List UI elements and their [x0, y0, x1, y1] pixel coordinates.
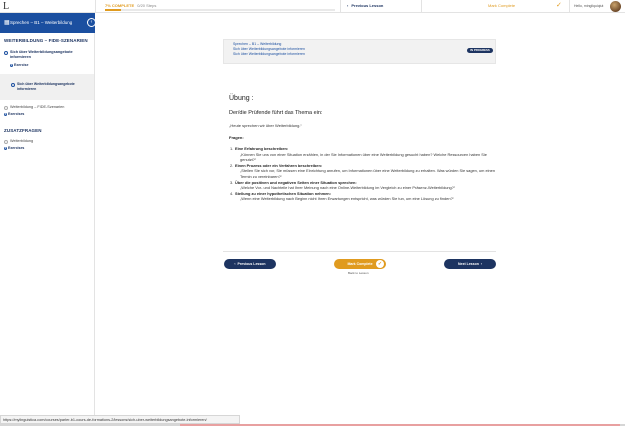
sidebar-lesson-label: Weiterbildung: [10, 139, 34, 143]
list-item: 1. Eine Erfahrung beschreiben: „Können S…: [230, 146, 495, 163]
progress-steps: 0/20 Steps: [137, 3, 157, 8]
question-text: „Wenn eine Weiterbildung nach Beginn nic…: [240, 196, 454, 202]
divider: [95, 0, 96, 13]
status-circle-icon: [11, 83, 15, 87]
sidebar-sub-lesson-label: Sich über Weiterbildungsangebote informi…: [17, 82, 75, 91]
exercise-count: 4: [4, 146, 7, 150]
back-to-lesson-link[interactable]: Back to Lesson: [348, 271, 369, 275]
exercise-count: 4: [4, 112, 7, 116]
top-previous-lesson-button[interactable]: ‹ Previous Lesson: [347, 3, 383, 8]
intro-quote: „Heute sprechen wir über Weiterbildung.“: [229, 123, 302, 128]
status-circle-icon: [4, 51, 8, 55]
breadcrumb-link[interactable]: Sich über Weiterbildungsangebote informi…: [233, 52, 305, 56]
status-circle-icon: [4, 140, 8, 144]
question-text: „Können Sie uns von einer Situation erzä…: [240, 151, 487, 163]
grid-icon: ▦: [4, 20, 10, 26]
list-item: 2. Einen Prozess oder ein Verfahren besc…: [230, 163, 495, 180]
site-logo[interactable]: L: [3, 1, 15, 12]
progress-bar-fill: [105, 9, 122, 11]
mark-complete-button[interactable]: Mark Complete ✓: [334, 259, 386, 269]
breadcrumb-link[interactable]: Sich über Weiterbildungsangebote informi…: [233, 47, 305, 51]
list-item: 3. Über die positiven und negativen Seit…: [230, 180, 495, 191]
question-number: 1.: [230, 146, 234, 151]
question-number: 4.: [230, 190, 234, 196]
user-greeting[interactable]: Hello, mingliquiqiut: [574, 4, 603, 8]
sidebar-sub-lesson-active[interactable]: Sich über Weiterbildungsangebote informi…: [0, 74, 94, 100]
check-icon: ✓: [376, 260, 384, 268]
avatar[interactable]: [610, 1, 621, 12]
breadcrumb-link[interactable]: Sprechen – B1 – Weiterbildung: [233, 42, 281, 46]
exercise-count: 1: [10, 63, 13, 67]
divider: [569, 0, 570, 13]
exercise-badge: 4 Exercises: [4, 146, 25, 150]
question-list: 1. Eine Erfahrung beschreiben: „Können S…: [230, 146, 495, 202]
status-badge: IN PROGRESS: [467, 48, 493, 53]
collapse-sidebar-button[interactable]: ‹: [87, 18, 96, 27]
chevron-left-icon: ‹: [234, 262, 236, 266]
divider: [421, 0, 422, 13]
breadcrumb: Sprechen – B1 – Weiterbildung Sich über …: [223, 39, 496, 64]
course-header[interactable]: ▦ Sprechen – B1 – Weiterbildung: [0, 13, 95, 33]
question-number: 3.: [230, 179, 234, 185]
section-title: WEITERBILDUNG – FIDE-SZENARIEN: [4, 38, 88, 43]
question-number: 2.: [230, 162, 234, 168]
browser-status-bar: https://mylinguistica.com/courses/parler…: [0, 415, 240, 424]
top-mark-complete-button[interactable]: Mark Complete: [488, 3, 515, 8]
status-circle-icon: [4, 106, 8, 110]
section-title: ZUSATZFRAGEN: [4, 128, 42, 133]
chevron-right-icon: ›: [480, 262, 482, 266]
sidebar-lesson-label: Sich über Weiterbildungsangebote informi…: [10, 50, 73, 59]
page-title: Übung :: [229, 95, 254, 102]
questions-label: Fragen:: [229, 135, 244, 140]
exercise-badge: 1 Exercise: [10, 63, 29, 67]
chevron-left-icon: ‹: [90, 19, 93, 25]
chevron-left-icon: ‹: [347, 3, 349, 8]
next-lesson-button[interactable]: Next Lesson ›: [444, 259, 496, 269]
previous-lesson-button[interactable]: ‹ Previous Lesson: [224, 259, 276, 269]
exercise-badge: 4 Exercises: [4, 112, 25, 116]
check-icon[interactable]: ✓: [556, 1, 562, 9]
top-bar: L 7% COMPLETE 0/20 Steps ‹ Previous Lesso…: [0, 0, 625, 13]
question-text: „Stellen Sie sich vor, Sie müssen eine E…: [240, 168, 495, 179]
progress-bar: [105, 9, 335, 11]
course-title: Sprechen – B1 – Weiterbildung: [10, 20, 73, 25]
exercise-intro-heading: Der/die Prüfende führt das Thema ein:: [229, 110, 323, 116]
list-item: 4. Stellung zu einer hypothetischen Situ…: [230, 191, 495, 202]
sidebar-lesson-label: Weiterbildung – FIDE-Szenarien: [10, 105, 65, 109]
progress-label: 7% COMPLETE 0/20 Steps: [105, 3, 156, 8]
progress-percent: 7% COMPLETE: [105, 3, 135, 8]
course-sidebar: ▦ Sprechen – B1 – Weiterbildung ‹ WEITER…: [0, 13, 96, 415]
divider: [340, 0, 341, 13]
divider: [223, 251, 496, 252]
